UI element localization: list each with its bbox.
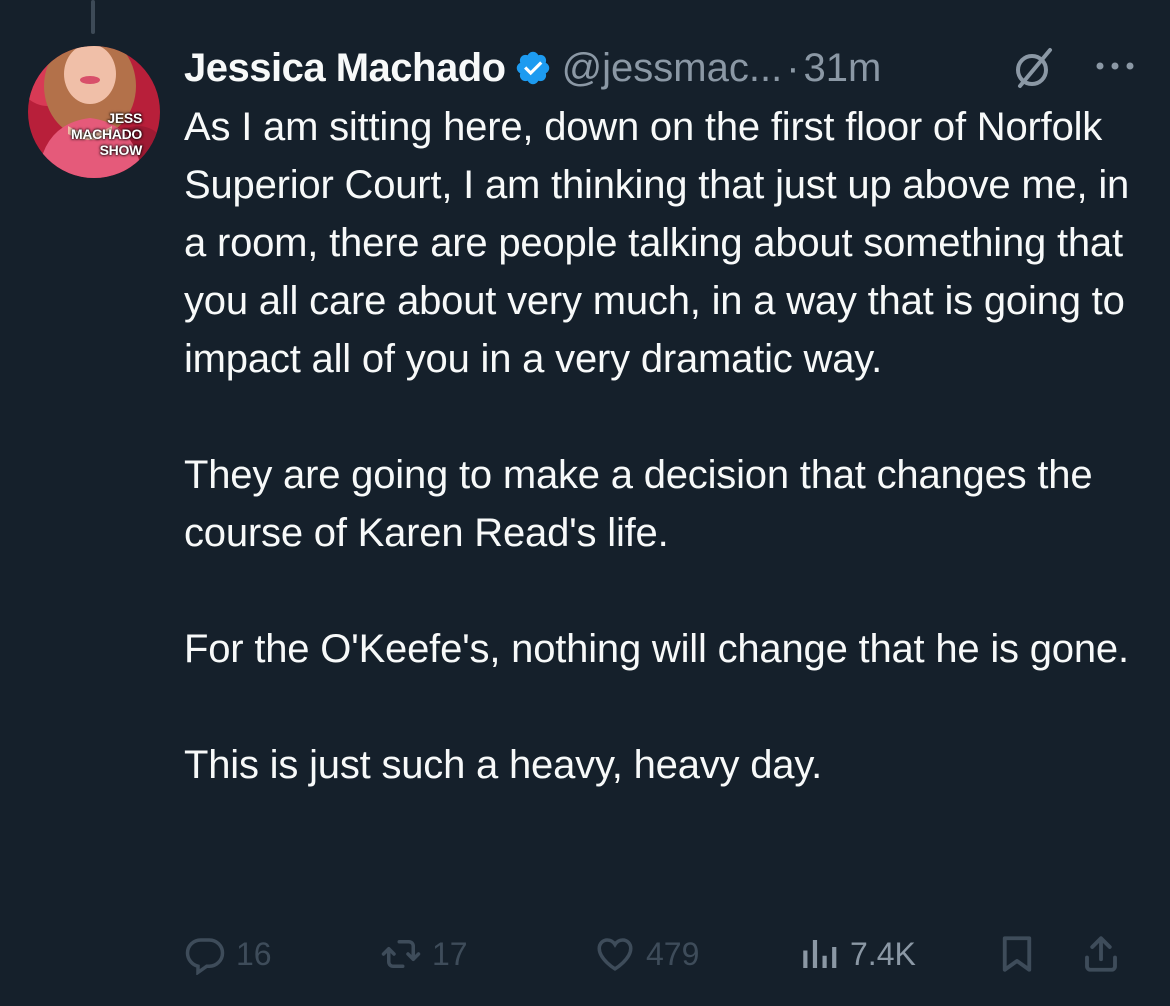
reply-count: 16 bbox=[236, 935, 272, 972]
more-icon[interactable] bbox=[1090, 54, 1140, 78]
like-count: 479 bbox=[646, 935, 700, 972]
tweet-paragraph: They are going to make a decision that c… bbox=[184, 453, 1093, 555]
bookmark-button[interactable] bbox=[996, 926, 1048, 982]
avatar[interactable]: JESS MACHADO SHOW bbox=[28, 46, 160, 178]
tweet-paragraph: This is just such a heavy, heavy day. bbox=[184, 743, 823, 787]
heart-icon bbox=[597, 938, 633, 971]
tweet-actions: 16 17 479 7.4K bbox=[184, 926, 1144, 982]
grok-icon[interactable] bbox=[1012, 46, 1056, 90]
tweet-paragraph: For the O'Keefe's, nothing will change t… bbox=[184, 627, 1129, 671]
repost-button[interactable]: 17 bbox=[380, 926, 468, 982]
repost-count: 17 bbox=[432, 935, 468, 972]
header-separator: · bbox=[786, 45, 800, 90]
repost-icon bbox=[381, 940, 421, 968]
like-button[interactable]: 479 bbox=[594, 926, 699, 982]
tweet-screenshot: JESS MACHADO SHOW Jessica Machado @jessm… bbox=[0, 0, 1170, 1006]
avatar-logo-text: JESS MACHADO SHOW bbox=[70, 110, 142, 158]
reply-icon bbox=[185, 938, 225, 975]
views-count: 7.4K bbox=[850, 935, 916, 972]
tweet-timestamp[interactable]: 31m bbox=[804, 46, 882, 91]
share-button[interactable] bbox=[1080, 926, 1132, 982]
thread-connector-line bbox=[91, 0, 95, 34]
tweet-paragraph: As I am sitting here, down on the first … bbox=[184, 105, 1130, 381]
tweet-body: As I am sitting here, down on the first … bbox=[184, 98, 1144, 794]
verified-badge-icon bbox=[516, 51, 549, 85]
bookmark-icon bbox=[1002, 936, 1032, 972]
author-name[interactable]: Jessica Machado bbox=[184, 46, 506, 91]
author-handle[interactable]: @jessmac... bbox=[562, 46, 783, 91]
views-icon bbox=[803, 940, 837, 968]
share-icon bbox=[1085, 936, 1117, 972]
reply-button[interactable]: 16 bbox=[184, 926, 272, 982]
views-button[interactable]: 7.4K bbox=[798, 926, 916, 982]
tweet-header: Jessica Machado @jessmac... · 31m bbox=[184, 40, 881, 96]
